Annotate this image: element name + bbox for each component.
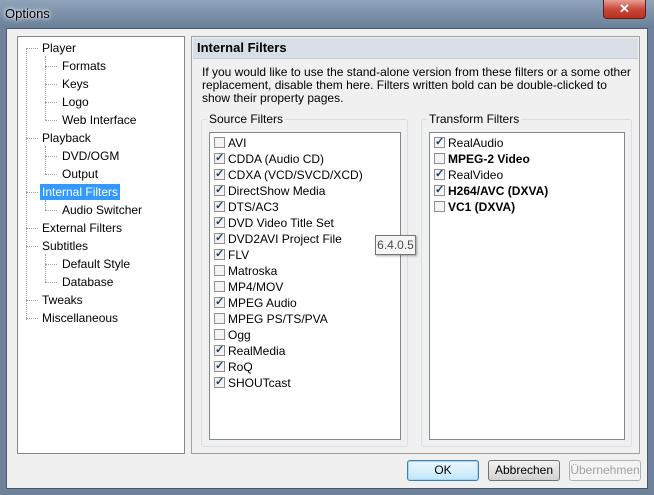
checkbox[interactable]	[214, 199, 225, 213]
options-tree[interactable]: Player Formats Keys Logo Web Interface P…	[17, 36, 185, 454]
tree-item-player[interactable]: Player	[40, 40, 78, 56]
checkbox[interactable]	[214, 329, 225, 340]
transform-filters-label: Transform Filters	[427, 112, 522, 126]
tree-item-logo[interactable]: Logo	[60, 94, 91, 110]
transform-filters-list[interactable]: RealAudio MPEG-2 Video RealVideo H264/AV…	[429, 132, 625, 440]
tree-item-keys[interactable]: Keys	[60, 76, 91, 92]
close-button[interactable]: ✕	[603, 0, 646, 19]
close-icon: ✕	[619, 1, 630, 16]
checkbox[interactable]	[434, 201, 445, 212]
dialog-client-area: Player Formats Keys Logo Web Interface P…	[6, 28, 648, 489]
checkbox[interactable]	[214, 247, 225, 261]
checkbox[interactable]	[434, 135, 445, 149]
transform-filters-group: Transform Filters RealAudio MPEG-2 Video…	[421, 112, 632, 447]
checkbox[interactable]	[214, 265, 225, 276]
tree-item-internal-filters[interactable]: Internal Filters	[40, 184, 121, 200]
checkbox[interactable]	[214, 215, 225, 229]
checkbox[interactable]	[214, 313, 225, 324]
checkbox[interactable]	[214, 167, 225, 181]
title-bar[interactable]: Options ✕	[0, 0, 654, 28]
tree-item-formats[interactable]: Formats	[60, 58, 108, 74]
window-title: Options	[5, 6, 50, 21]
tree-item-database[interactable]: Database	[60, 274, 115, 290]
checkbox[interactable]	[214, 343, 225, 357]
source-filters-list[interactable]: AVI CDDA (Audio CD) CDXA (VCD/SVCD/XCD) …	[209, 132, 401, 440]
version-tooltip: 6.4.0.5	[375, 235, 416, 255]
tree-item-output[interactable]: Output	[60, 166, 100, 182]
source-filters-label: Source Filters	[207, 112, 286, 126]
tree-item-playback[interactable]: Playback	[40, 130, 93, 146]
tree-item-tweaks[interactable]: Tweaks	[40, 292, 85, 308]
tree-item-audio-switcher[interactable]: Audio Switcher	[60, 202, 144, 218]
tree-item-miscellaneous[interactable]: Miscellaneous	[40, 310, 120, 326]
checkbox[interactable]	[214, 281, 225, 292]
checkbox[interactable]	[214, 151, 225, 165]
source-filters-group: Source Filters AVI CDDA (Audio CD) CDXA …	[201, 112, 408, 447]
cancel-button[interactable]: Abbrechen	[488, 460, 560, 481]
tree-item-subtitles[interactable]: Subtitles	[40, 238, 90, 254]
checkbox[interactable]	[214, 359, 225, 373]
checkbox[interactable]	[214, 231, 225, 245]
page-header: Internal Filters	[193, 38, 638, 59]
page-description: If you would like to use the stand-alone…	[202, 65, 631, 105]
checkbox[interactable]	[214, 137, 225, 148]
options-window: Options ✕ Player Formats Keys Logo Web I…	[0, 0, 654, 495]
tree-item-web-interface[interactable]: Web Interface	[60, 112, 138, 128]
ok-button[interactable]: OK	[407, 460, 479, 481]
checkbox[interactable]	[214, 295, 225, 309]
checkbox[interactable]	[434, 183, 445, 197]
tree-item-dvd-ogm[interactable]: DVD/OGM	[60, 148, 121, 164]
checkbox[interactable]	[214, 375, 225, 389]
tree-item-external-filters[interactable]: External Filters	[40, 220, 124, 236]
apply-button[interactable]: Übernehmen	[569, 460, 641, 481]
checkbox[interactable]	[434, 167, 445, 181]
tree-item-default-style[interactable]: Default Style	[60, 256, 132, 272]
checkbox[interactable]	[214, 183, 225, 197]
checkbox[interactable]	[434, 153, 445, 164]
page-title: Internal Filters	[197, 40, 287, 55]
